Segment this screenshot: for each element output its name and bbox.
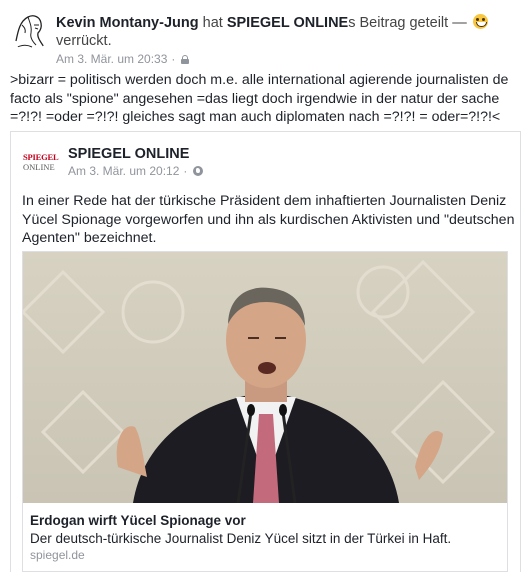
shared-suffix: s Beitrag geteilt — [348, 15, 467, 31]
link-domain: spiegel.de [30, 548, 85, 562]
link-preview-card[interactable]: Erdogan wirft Yücel Spionage vor Der deu… [22, 251, 508, 572]
post-header: Kevin Montany-Jung hat SPIEGEL ONLINEs B… [56, 14, 526, 32]
meta-separator: · [171, 52, 176, 66]
post-meta: Am 3. Mär. um 20:33 · [56, 52, 190, 66]
shared-post-timestamp[interactable]: Am 3. Mär. um 20:12 [68, 164, 179, 178]
hat-text: hat [202, 15, 223, 31]
avatar-sketch-icon [10, 11, 50, 51]
post-body-text: >bizarr = politisch werden doch m.e. all… [10, 72, 509, 125]
shared-page-name[interactable]: SPIEGEL ONLINE [68, 145, 189, 163]
facebook-post: Kevin Montany-Jung hat SPIEGEL ONLINEs B… [0, 0, 530, 572]
globe-icon[interactable] [193, 166, 204, 176]
meta-separator: · [183, 164, 188, 178]
shared-post-meta: Am 3. Mär. um 20:12 · [68, 164, 204, 178]
link-preview-image[interactable] [23, 252, 507, 503]
logo-line1: SPIEGEL [23, 152, 59, 162]
link-title[interactable]: Erdogan wirft Yücel Spionage vor [30, 512, 246, 529]
shared-post-text: In einer Rede hat der türkische Präsiden… [22, 193, 515, 246]
feeling-text: verrückt. [56, 33, 112, 49]
link-description: Der deutsch-türkische Journalist Deniz Y… [30, 531, 452, 546]
shared-page-link[interactable]: SPIEGEL ONLINE [227, 15, 348, 31]
author-name[interactable]: Kevin Montany-Jung [56, 15, 199, 31]
crazy-face-emoji-icon [472, 14, 488, 29]
post-timestamp[interactable]: Am 3. Mär. um 20:33 [56, 52, 167, 66]
speaker-photo-icon [23, 252, 507, 503]
author-avatar[interactable] [10, 11, 50, 51]
spiegel-online-logo[interactable]: SPIEGEL ONLINE [23, 152, 61, 174]
logo-line2: ONLINE [23, 162, 55, 172]
lock-icon[interactable] [181, 54, 190, 64]
